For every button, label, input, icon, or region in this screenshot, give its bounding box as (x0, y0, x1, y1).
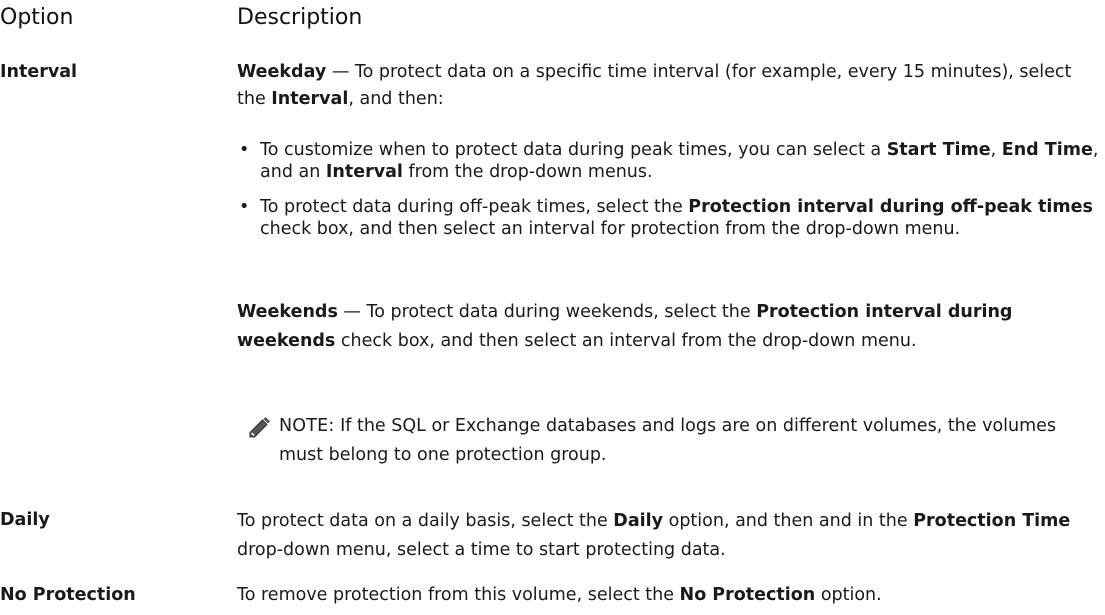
description-no-protection: To remove protection from this volume, s… (237, 585, 882, 605)
bullet-off-peak-times: • To protect data during off-peak times, … (239, 197, 1093, 239)
option-label-no-protection: No Protection (0, 585, 136, 605)
option-label-interval: Interval (0, 62, 78, 82)
column-header-description: Description (237, 5, 363, 30)
note-heading: NOTE: (279, 416, 335, 436)
weekday-paragraph: Weekday — To protect data on a specific … (237, 62, 1072, 109)
column-header-option: Option (0, 5, 74, 30)
description-daily: To protect data on a daily basis, select… (237, 511, 1071, 560)
note-text: NOTE: If the SQL or Exchange databases a… (279, 416, 1057, 465)
weekends-title: Weekends (237, 302, 338, 322)
pencil-icon (249, 417, 270, 438)
weekday-title: Weekday (237, 62, 327, 82)
description-interval: Weekday — To protect data on a specific … (237, 59, 1099, 113)
weekends-paragraph: Weekends — To protect data during weeken… (237, 302, 1013, 351)
bullet-peak-times: • To customize when to protect data durin… (239, 140, 1099, 182)
weekday-bullets: • To customize when to protect data durin… (237, 139, 1099, 253)
option-label-daily: Daily (0, 510, 50, 530)
